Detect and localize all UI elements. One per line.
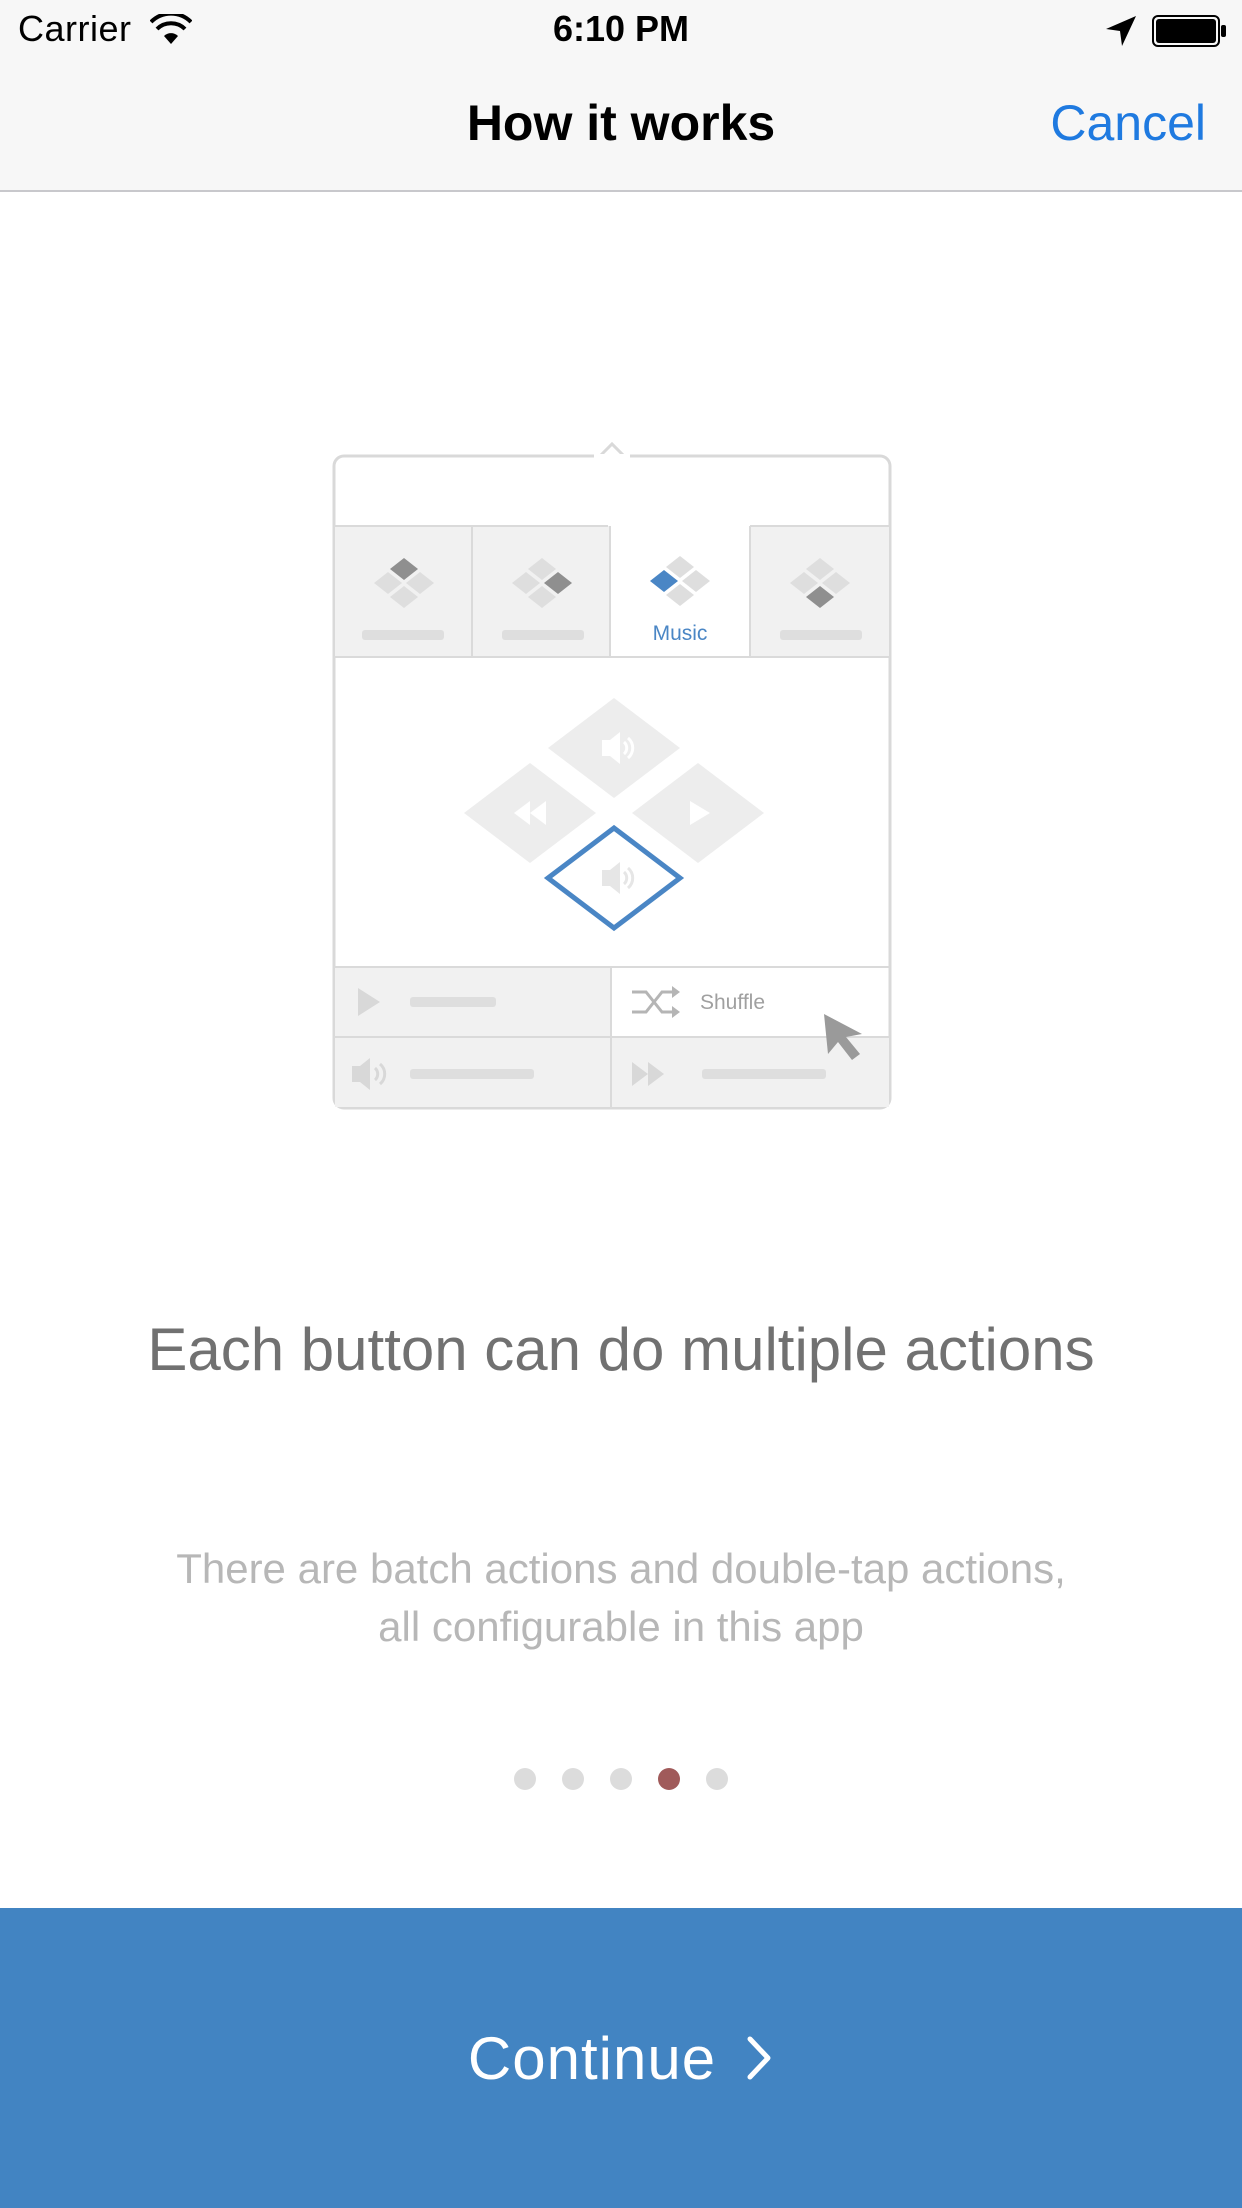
cancel-button[interactable]: Cancel (1050, 94, 1206, 152)
status-time: 6:10 PM (552, 8, 690, 49)
location-arrow-icon (1106, 16, 1136, 46)
music-tab-label: Music (653, 622, 708, 645)
onboarding-headline: Each button can do multiple actions (147, 1316, 1095, 1383)
battery-icon (1152, 15, 1226, 47)
page-dot[interactable] (562, 1768, 584, 1790)
page-dot[interactable] (610, 1768, 632, 1790)
page-dot[interactable] (514, 1768, 536, 1790)
shuffle-label: Shuffle (700, 991, 765, 1014)
page-indicator[interactable] (0, 1768, 1242, 1792)
navigation-bar: How it works Cancel (0, 60, 1242, 192)
onboarding-subtext: There are batch actions and double-tap a… (176, 1545, 1066, 1650)
feature-illustration: Music Shuffle (332, 441, 892, 1110)
page-dot[interactable] (658, 1768, 680, 1790)
page-dot[interactable] (706, 1768, 728, 1790)
continue-label: Continue (467, 2024, 717, 2092)
chevron-right-icon (747, 2036, 771, 2080)
continue-button[interactable]: Continue (0, 1908, 1242, 2208)
status-bar: Carrier 6:10 PM (0, 0, 1242, 60)
